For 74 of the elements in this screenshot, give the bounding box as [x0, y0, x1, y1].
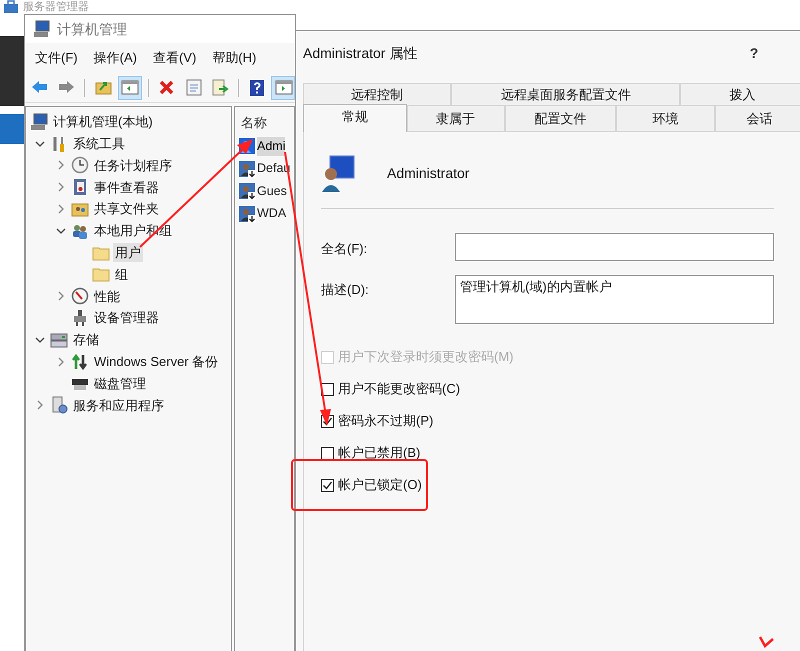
book-icon: [71, 178, 89, 196]
menu-item[interactable]: 查看(V): [146, 46, 202, 70]
list-item[interactable]: Admi: [257, 136, 286, 156]
tree-item[interactable]: 磁盘管理: [92, 374, 148, 394]
tab[interactable]: 拨入: [680, 83, 800, 105]
drive-icon: [50, 330, 68, 349]
help-button[interactable]: ?: [744, 42, 764, 64]
tab[interactable]: 常规: [303, 104, 407, 132]
chevron-right-icon[interactable]: [56, 182, 66, 192]
tick-mark: [758, 636, 774, 648]
chevron-right-icon[interactable]: [56, 356, 66, 367]
tree-item[interactable]: 用户: [113, 242, 143, 262]
tab[interactable]: 会话: [715, 105, 800, 131]
tree-item[interactable]: 设备管理器: [92, 308, 161, 328]
field-label: 描述(D):: [321, 281, 370, 299]
toolbox-icon: [3, 0, 19, 14]
tab[interactable]: 远程桌面服务配置文件: [451, 83, 680, 105]
checkbox-label: 密码永不过期(P): [338, 412, 434, 430]
tree-item[interactable]: 服务和应用程序: [71, 396, 166, 415]
checkbox-label: 帐户已禁用(B): [338, 444, 420, 462]
tab[interactable]: 配置文件: [504, 105, 616, 131]
menu-item[interactable]: 帮助(H): [206, 46, 262, 70]
plug-icon: [71, 309, 89, 328]
list-item[interactable]: WDA: [257, 204, 286, 224]
dashboard-tile: [0, 114, 24, 144]
tree-item[interactable]: 系统工具: [71, 134, 127, 154]
menu-item[interactable]: 文件(F): [29, 46, 84, 70]
chevron-right-icon[interactable]: [56, 291, 66, 302]
computer-icon: [33, 20, 51, 38]
properties-icon: [184, 78, 203, 97]
tree-item[interactable]: 共享文件夹: [92, 199, 161, 219]
server-icon: [50, 396, 68, 414]
chevron-down-icon[interactable]: [35, 334, 45, 345]
description-field[interactable]: 管理计算机(域)的内置帐户: [455, 275, 774, 324]
user-monitor-icon: [321, 154, 355, 192]
computer-icon: [30, 112, 48, 131]
tree-item[interactable]: 组: [113, 264, 130, 284]
panel-icon: [274, 78, 293, 97]
checkbox[interactable]: [321, 478, 334, 492]
checkbox-label: 帐户已锁定(O): [338, 476, 422, 494]
tree-item[interactable]: Windows Server 备份: [92, 352, 220, 372]
toolbar-button[interactable]: [118, 76, 142, 100]
user-name: Administrator: [387, 164, 470, 182]
tab[interactable]: 环境: [616, 105, 716, 131]
chevron-right-icon[interactable]: [35, 400, 45, 410]
gauge-icon: [71, 287, 89, 306]
panel-icon: [120, 78, 140, 97]
tree-item[interactable]: 计算机管理(本地): [51, 112, 155, 132]
tab[interactable]: 隶属于: [406, 105, 505, 131]
chevron-down-icon[interactable]: [56, 226, 66, 236]
app-title: 服务器管理器: [23, 1, 89, 13]
column-header[interactable]: 名称: [241, 115, 267, 130]
list-item[interactable]: Gues: [257, 182, 287, 201]
tree-item[interactable]: 存储: [71, 330, 101, 350]
dialog-title: Administrator 属性: [303, 44, 418, 62]
toolbar-button[interactable]: [271, 76, 295, 100]
tree-item[interactable]: 性能: [92, 286, 122, 306]
sidebar-background: [0, 36, 24, 106]
chevron-right-icon[interactable]: [56, 160, 66, 170]
clock-icon: [71, 156, 89, 174]
window-title: 计算机管理: [57, 20, 127, 38]
tab[interactable]: 远程控制: [303, 83, 452, 105]
checkbox-label: 用户不能更改密码(C): [338, 380, 460, 398]
arrows-icon: [71, 352, 89, 371]
field-label: 全名(F):: [321, 240, 368, 258]
chevron-right-icon[interactable]: [56, 204, 66, 214]
export-icon: [210, 78, 230, 97]
chevron-down-icon[interactable]: [35, 138, 45, 149]
tree-item[interactable]: 事件查看器: [92, 178, 161, 198]
menu-item[interactable]: 操作(A): [88, 46, 143, 70]
checkbox-label: 用户下次登录时须更改密码(M): [338, 348, 514, 366]
name-field[interactable]: [455, 233, 774, 261]
checkbox[interactable]: [321, 446, 334, 460]
tree-item[interactable]: 任务计划程序: [92, 156, 174, 176]
